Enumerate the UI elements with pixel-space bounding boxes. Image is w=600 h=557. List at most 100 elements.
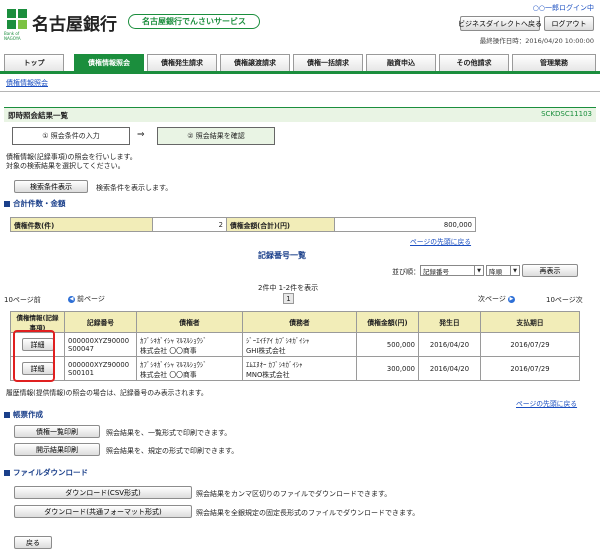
header-due-date: 支払期日 xyxy=(480,311,580,333)
bank-name: 名古屋銀行 xyxy=(32,15,117,35)
debtor-kana: ｴﾑｴﾇｵｰ ｶﾌﾞｼｷｶﾞｲｼｬ xyxy=(246,360,303,369)
description-line-2: 対象の検索結果を選択してください。 xyxy=(6,162,125,170)
amount-label: 債権金額(合計)(円) xyxy=(226,217,335,232)
show-search-conditions-button[interactable]: 検索条件表示 xyxy=(14,180,88,193)
header-debtor: 債務者 xyxy=(242,311,357,333)
tab-management[interactable]: 管理業務 xyxy=(512,54,596,71)
divider xyxy=(0,91,600,92)
screen-id: SCKDSC11103 xyxy=(541,110,592,118)
sort-order-value: 降順 xyxy=(489,267,502,276)
detail-highlight-frame xyxy=(13,330,55,382)
next-page-link[interactable]: 次ページ ▶ xyxy=(478,294,515,304)
table-row: 詳細 000000XYZ90000S00047 ｶﾌﾞｼｷｶﾞｲｼｬ ﾏﾙﾏﾙｼ… xyxy=(10,332,580,357)
redisplay-button[interactable]: 再表示 xyxy=(522,264,578,277)
sort-field-select[interactable]: 記録番号 ▼ xyxy=(420,265,484,276)
page-number-1[interactable]: 1 xyxy=(283,293,294,304)
square-bullet-icon xyxy=(4,469,10,476)
sort-order-select[interactable]: 降順 ▼ xyxy=(486,265,520,276)
debtor-cell: ｴﾑｴﾇｵｰ ｶﾌﾞｼｷｶﾞｲｼｬ MNO株式会社 xyxy=(242,356,357,381)
download-common-format-desc: 照会結果を全銀規定の固定長形式のファイルでダウンロードできます。 xyxy=(196,509,420,517)
amount-value: 800,000 xyxy=(334,217,476,232)
download-title-text: ファイルダウンロード xyxy=(13,468,88,477)
tab-loan-application[interactable]: 融資申込 xyxy=(366,54,436,71)
next-10-pages: 10ページ次 xyxy=(546,296,583,304)
tab-bar-underline xyxy=(0,71,600,74)
creditor-kana: ｶﾌﾞｼｷｶﾞｲｼｬ ﾏﾙﾏﾙｼｮｳｼﾞ xyxy=(140,336,207,345)
debtor-name: MNO株式会社 xyxy=(246,370,290,379)
records-title: 記録番号一覧 xyxy=(258,251,306,260)
header-amount: 債権金額(円) xyxy=(356,311,419,333)
tab-credit-transfer[interactable]: 債権譲渡請求 xyxy=(220,54,290,71)
totals-table: 債権件数(件) 2 債権金額(合計)(円) 800,000 xyxy=(10,217,476,232)
logo-mark-icon xyxy=(7,9,27,29)
service-name-badge: 名古屋銀行でんさいサービス xyxy=(128,14,260,29)
history-note: 履歴情報(提供情報)の照会の場合は、記録番号のみ表示されます。 xyxy=(6,389,208,397)
bank-logo xyxy=(6,8,28,30)
record-number: 000000XYZ90000S00101 xyxy=(64,356,137,381)
download-common-format-button[interactable]: ダウンロード(共通フォーマット形式) xyxy=(14,505,192,518)
page-top-link[interactable]: ページの先頭に戻る xyxy=(516,398,577,408)
chevron-down-icon: ▼ xyxy=(510,266,519,275)
forms-section-title: 帳票作成 xyxy=(4,409,43,420)
tab-top[interactable]: トップ xyxy=(4,54,64,71)
sort-field-value: 記録番号 xyxy=(423,267,449,276)
credit-list-print-desc: 照会結果を、一覧形式で印刷できます。 xyxy=(106,429,232,437)
tab-bulk-request[interactable]: 債権一括請求 xyxy=(293,54,363,71)
back-button[interactable]: 戻る xyxy=(14,536,52,549)
records-table: 債権情報(記録事項) 記録番号 債権者 債務者 債権金額(円) 発生日 支払期日… xyxy=(10,311,580,381)
prev-arrow-icon: ◀ xyxy=(68,295,75,303)
prev-page-link[interactable]: ◀ 前ページ xyxy=(68,294,105,304)
creditor-kana: ｶﾌﾞｼｷｶﾞｲｼｬ ﾏﾙﾏﾙｼｮｳｼﾞ xyxy=(140,360,207,369)
page-title-bar xyxy=(4,107,596,122)
page-top-link[interactable]: ページの先頭に戻る xyxy=(410,236,471,246)
business-direct-back-button[interactable]: ビジネスダイレクトへ戻る xyxy=(458,16,542,31)
count-label: 債権件数(件) xyxy=(10,217,153,232)
tab-credit-inquiry[interactable]: 債権情報照会 xyxy=(74,54,144,71)
creditor-name: 株式会社 〇〇商事 xyxy=(140,370,197,379)
square-bullet-icon xyxy=(4,411,10,418)
creditor-cell: ｶﾌﾞｼｷｶﾞｲｼｬ ﾏﾙﾏﾙｼｮｳｼﾞ 株式会社 〇〇商事 xyxy=(136,332,243,357)
totals-title-text: 合計件数・金額 xyxy=(13,199,66,208)
prev-10-pages: 10ページ前 xyxy=(4,296,41,304)
step-arrow: ⇒ xyxy=(137,130,145,140)
forms-title-text: 帳票作成 xyxy=(13,410,43,419)
table-row: 詳細 000000XYZ90000S00101 ｶﾌﾞｼｷｶﾞｲｼｬ ﾏﾙﾏﾙｼ… xyxy=(10,356,580,381)
due-date: 2016/07/29 xyxy=(480,356,580,381)
last-operation-time: 最終操作日時：2016/04/20 10:00:00 xyxy=(479,37,594,45)
tab-credit-issue[interactable]: 債権発生請求 xyxy=(147,54,217,71)
prev-page-label: 前ページ xyxy=(77,295,105,303)
header-creditor: 債権者 xyxy=(136,311,243,333)
debtor-name: GHI株式会社 xyxy=(246,346,286,355)
download-section-title: ファイルダウンロード xyxy=(4,467,88,478)
due-date: 2016/07/29 xyxy=(480,332,580,357)
search-conditions-desc: 検索条件を表示します。 xyxy=(96,184,173,192)
totals-section-title: 合計件数・金額 xyxy=(4,198,66,209)
result-count: 2件中 1-2件を表示 xyxy=(258,284,319,292)
download-csv-desc: 照会結果をカンマ区切りのファイルでダウンロードできます。 xyxy=(196,490,392,498)
creditor-cell: ｶﾌﾞｼｷｶﾞｲｼｬ ﾏﾙﾏﾙｼｮｳｼﾞ 株式会社 〇〇商事 xyxy=(136,356,243,381)
tab-other-request[interactable]: その他請求 xyxy=(439,54,509,71)
next-page-label: 次ページ xyxy=(478,295,506,303)
step-1-input-conditions: ① 照会条件の入力 xyxy=(12,127,130,145)
credit-list-print-button[interactable]: 債権一覧印刷 xyxy=(14,425,100,438)
bank-logo-sub: Bank of NAGOYA xyxy=(4,31,21,41)
logout-button[interactable]: ログアウト xyxy=(544,16,594,31)
count-value: 2 xyxy=(152,217,227,232)
disclosure-print-desc: 照会結果を、規定の形式で印刷できます。 xyxy=(106,447,239,455)
amount: 500,000 xyxy=(356,332,419,357)
disclosure-print-button[interactable]: 開示結果印刷 xyxy=(14,443,100,456)
debtor-kana: ｼﾞｰｴｲﾁｱｲ ｶﾌﾞｼｷｶﾞｲｼｬ xyxy=(246,336,310,345)
sort-label: 並び順： xyxy=(392,268,420,276)
download-csv-button[interactable]: ダウンロード(CSV形式) xyxy=(14,486,192,499)
step-2-confirm-results: ② 照会結果を確認 xyxy=(157,127,275,145)
user-greeting: ○○一郎ログイン中 xyxy=(532,4,594,12)
record-number: 000000XYZ90000S00047 xyxy=(64,332,137,357)
page-title: 即時照会結果一覧 xyxy=(8,111,68,120)
header-record-no: 記録番号 xyxy=(64,311,137,333)
creditor-name: 株式会社 〇〇商事 xyxy=(140,346,197,355)
header-issue-date: 発生日 xyxy=(418,311,481,333)
next-arrow-icon: ▶ xyxy=(507,295,515,303)
breadcrumb[interactable]: 債権情報照会 xyxy=(6,78,48,88)
debtor-cell: ｼﾞｰｴｲﾁｱｲ ｶﾌﾞｼｷｶﾞｲｼｬ GHI株式会社 xyxy=(242,332,357,357)
issue-date: 2016/04/20 xyxy=(418,332,481,357)
